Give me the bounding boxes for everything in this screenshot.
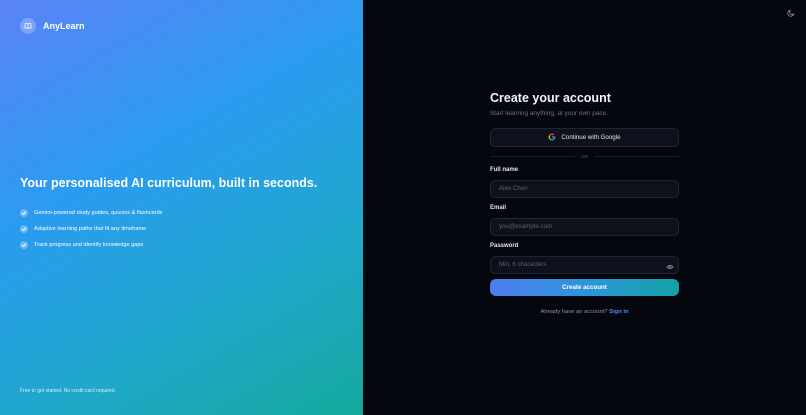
- hero-panel: AnyLearn Your personalised AI curriculum…: [0, 0, 363, 415]
- full-name-input[interactable]: [490, 179, 679, 198]
- hero-headline: Your personalised AI curriculum, built i…: [20, 176, 318, 190]
- google-icon: [548, 133, 556, 143]
- feature-item: Gemini-powered study guides, quizzes & f…: [20, 205, 162, 221]
- feature-text: Gemini-powered study guides, quizzes & f…: [34, 210, 163, 216]
- book-icon: [20, 18, 36, 34]
- email-label: Email: [490, 205, 507, 211]
- create-account-button[interactable]: Create account: [490, 279, 679, 296]
- divider-line: [593, 156, 680, 157]
- divider-line: [490, 156, 576, 157]
- full-name-label: Full name: [490, 167, 519, 173]
- feature-item: Track progress and identify knowledge ga…: [20, 237, 162, 253]
- hero-footnote: Free to get started. No credit card requ…: [20, 388, 116, 394]
- brand[interactable]: AnyLearn: [20, 18, 85, 34]
- moon-icon[interactable]: [786, 8, 796, 18]
- password-label: Password: [490, 243, 519, 249]
- signin-prompt: Already have an account? Sign in: [490, 309, 679, 315]
- signin-link[interactable]: Sign in: [609, 309, 628, 315]
- email-field-wrap: [490, 215, 679, 236]
- check-icon: [20, 209, 28, 217]
- brand-name: AnyLearn: [43, 21, 85, 31]
- email-input[interactable]: [490, 217, 679, 236]
- signup-panel: Create your account Start learning anyth…: [363, 0, 806, 415]
- feature-text: Adaptive learning paths that fit any tim…: [34, 226, 147, 232]
- check-icon: [20, 225, 28, 233]
- divider-text: OR: [581, 154, 588, 159]
- google-signin-button[interactable]: Continue with Google: [490, 128, 679, 147]
- check-icon: [20, 241, 28, 249]
- feature-item: Adaptive learning paths that fit any tim…: [20, 221, 162, 237]
- feature-list: Gemini-powered study guides, quizzes & f…: [20, 205, 162, 253]
- feature-text: Track progress and identify knowledge ga…: [34, 242, 144, 248]
- signin-prompt-text: Already have an account?: [540, 309, 608, 315]
- signup-form: Create your account Start learning anyth…: [490, 91, 680, 315]
- form-title: Create your account: [490, 91, 611, 105]
- full-name-field-wrap: [490, 177, 679, 198]
- password-field-wrap: [490, 253, 679, 274]
- google-button-label: Continue with Google: [561, 134, 621, 141]
- password-input[interactable]: [490, 255, 679, 274]
- or-divider: OR: [490, 154, 680, 159]
- form-subtitle: Start learning anything, at your own pac…: [490, 110, 608, 117]
- eye-icon[interactable]: [666, 258, 674, 269]
